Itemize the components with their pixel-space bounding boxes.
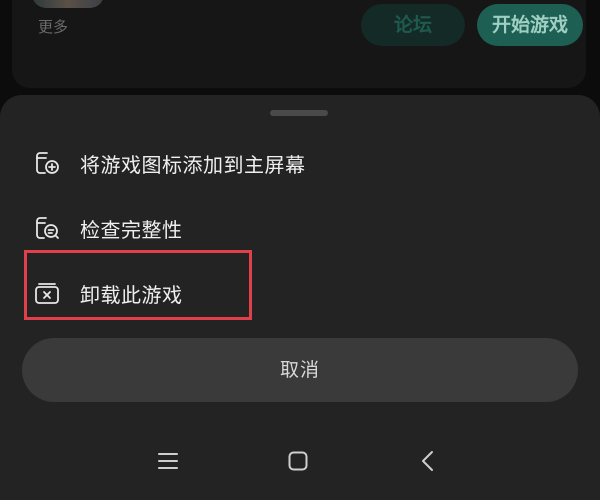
back-icon[interactable]	[414, 447, 442, 475]
more-link[interactable]: 更多	[38, 16, 68, 37]
menu-item-label: 检查完整性	[80, 217, 183, 242]
menu-item-check-integrity[interactable]: 检查完整性	[30, 203, 570, 253]
menu-item-uninstall[interactable]: 卸载此游戏	[30, 268, 570, 318]
menu-icon[interactable]	[154, 447, 182, 475]
check-integrity-icon	[32, 213, 62, 243]
add-to-home-icon	[32, 148, 62, 178]
menu-item-add-to-home[interactable]: 将游戏图标添加到主屏幕	[30, 138, 570, 188]
home-icon[interactable]	[284, 447, 312, 475]
uninstall-icon	[32, 278, 62, 308]
drag-handle[interactable]	[270, 110, 328, 116]
menu-item-label: 将游戏图标添加到主屏幕	[80, 152, 306, 177]
start-game-button[interactable]: 开始游戏	[477, 4, 583, 46]
game-card: 更多 论坛 开始游戏	[12, 0, 586, 88]
forum-button[interactable]: 论坛	[361, 4, 465, 46]
menu-item-label: 卸载此游戏	[80, 282, 183, 307]
action-sheet: 将游戏图标添加到主屏幕 检查完整性 卸载此游戏 取消	[0, 95, 600, 500]
cancel-button[interactable]: 取消	[22, 338, 578, 402]
game-thumbnail	[32, 0, 104, 8]
